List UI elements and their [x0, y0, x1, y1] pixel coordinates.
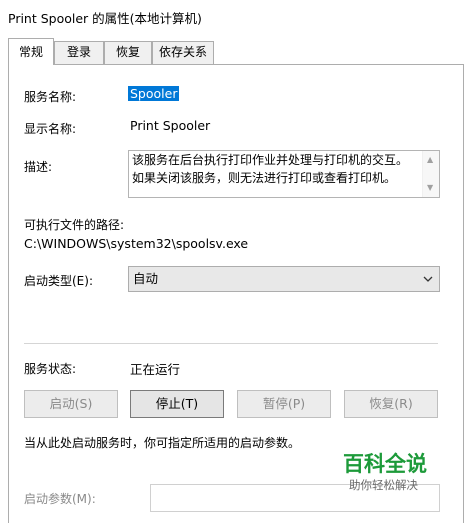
description-text: 该服务在后台执行打印作业并处理与打印机的交互。如果关闭该服务，则无法进行打印或查… [132, 153, 409, 185]
tab-general[interactable]: 常规 [8, 38, 54, 65]
service-name-text[interactable]: Spooler [128, 86, 180, 101]
startup-type-value: 自动 [133, 271, 159, 286]
watermark-logo: 百科全说 助你轻松解决 [343, 452, 438, 494]
description-scrollbar[interactable]: ▲ ▼ [422, 151, 439, 197]
window-title: Print Spooler 的属性(本地计算机) [8, 11, 202, 26]
chevron-down-icon [423, 276, 433, 282]
service-name-label: 服务名称: [24, 90, 77, 104]
title-bar: Print Spooler 的属性(本地计算机) [0, 0, 472, 31]
section-divider [24, 343, 438, 344]
resume-button[interactable]: 恢复(R) [344, 390, 438, 418]
description-label: 描述: [24, 160, 53, 174]
pause-button[interactable]: 暂停(P) [237, 390, 331, 418]
scroll-up-icon[interactable]: ▲ [427, 156, 433, 164]
exe-path-label: 可执行文件的路径: [24, 218, 125, 232]
description-textbox[interactable]: 该服务在后台执行打印作业并处理与打印机的交互。如果关闭该服务，则无法进行打印或查… [128, 150, 440, 198]
display-name-value[interactable]: Print Spooler [130, 118, 210, 133]
watermark-subtitle: 助你轻松解决 [349, 478, 418, 492]
watermark-title: 百科全说 [343, 452, 427, 476]
tab-logon[interactable]: 登录 [54, 41, 104, 64]
tab-strip: 常规 登录 恢复 依存关系 [0, 31, 472, 65]
service-status-label: 服务状态: [24, 362, 77, 376]
tab-recovery[interactable]: 恢复 [104, 41, 152, 64]
startup-type-select[interactable]: 自动 [128, 266, 440, 292]
display-name-label: 显示名称: [24, 122, 77, 136]
service-status-value: 正在运行 [130, 362, 181, 377]
start-button[interactable]: 启动(S) [24, 390, 118, 418]
stop-button[interactable]: 停止(T) [130, 390, 224, 418]
startup-type-label: 启动类型(E): [24, 274, 93, 288]
start-params-hint: 当从此处启动服务时，你可指定所适用的启动参数。 [24, 436, 301, 450]
scroll-down-icon[interactable]: ▼ [427, 184, 433, 192]
service-name-value[interactable]: Spooler [128, 86, 180, 101]
tab-dependencies[interactable]: 依存关系 [152, 41, 214, 64]
start-params-label: 启动参数(M): [24, 492, 96, 506]
exe-path-value[interactable]: C:\WINDOWS\system32\spoolsv.exe [24, 236, 248, 251]
